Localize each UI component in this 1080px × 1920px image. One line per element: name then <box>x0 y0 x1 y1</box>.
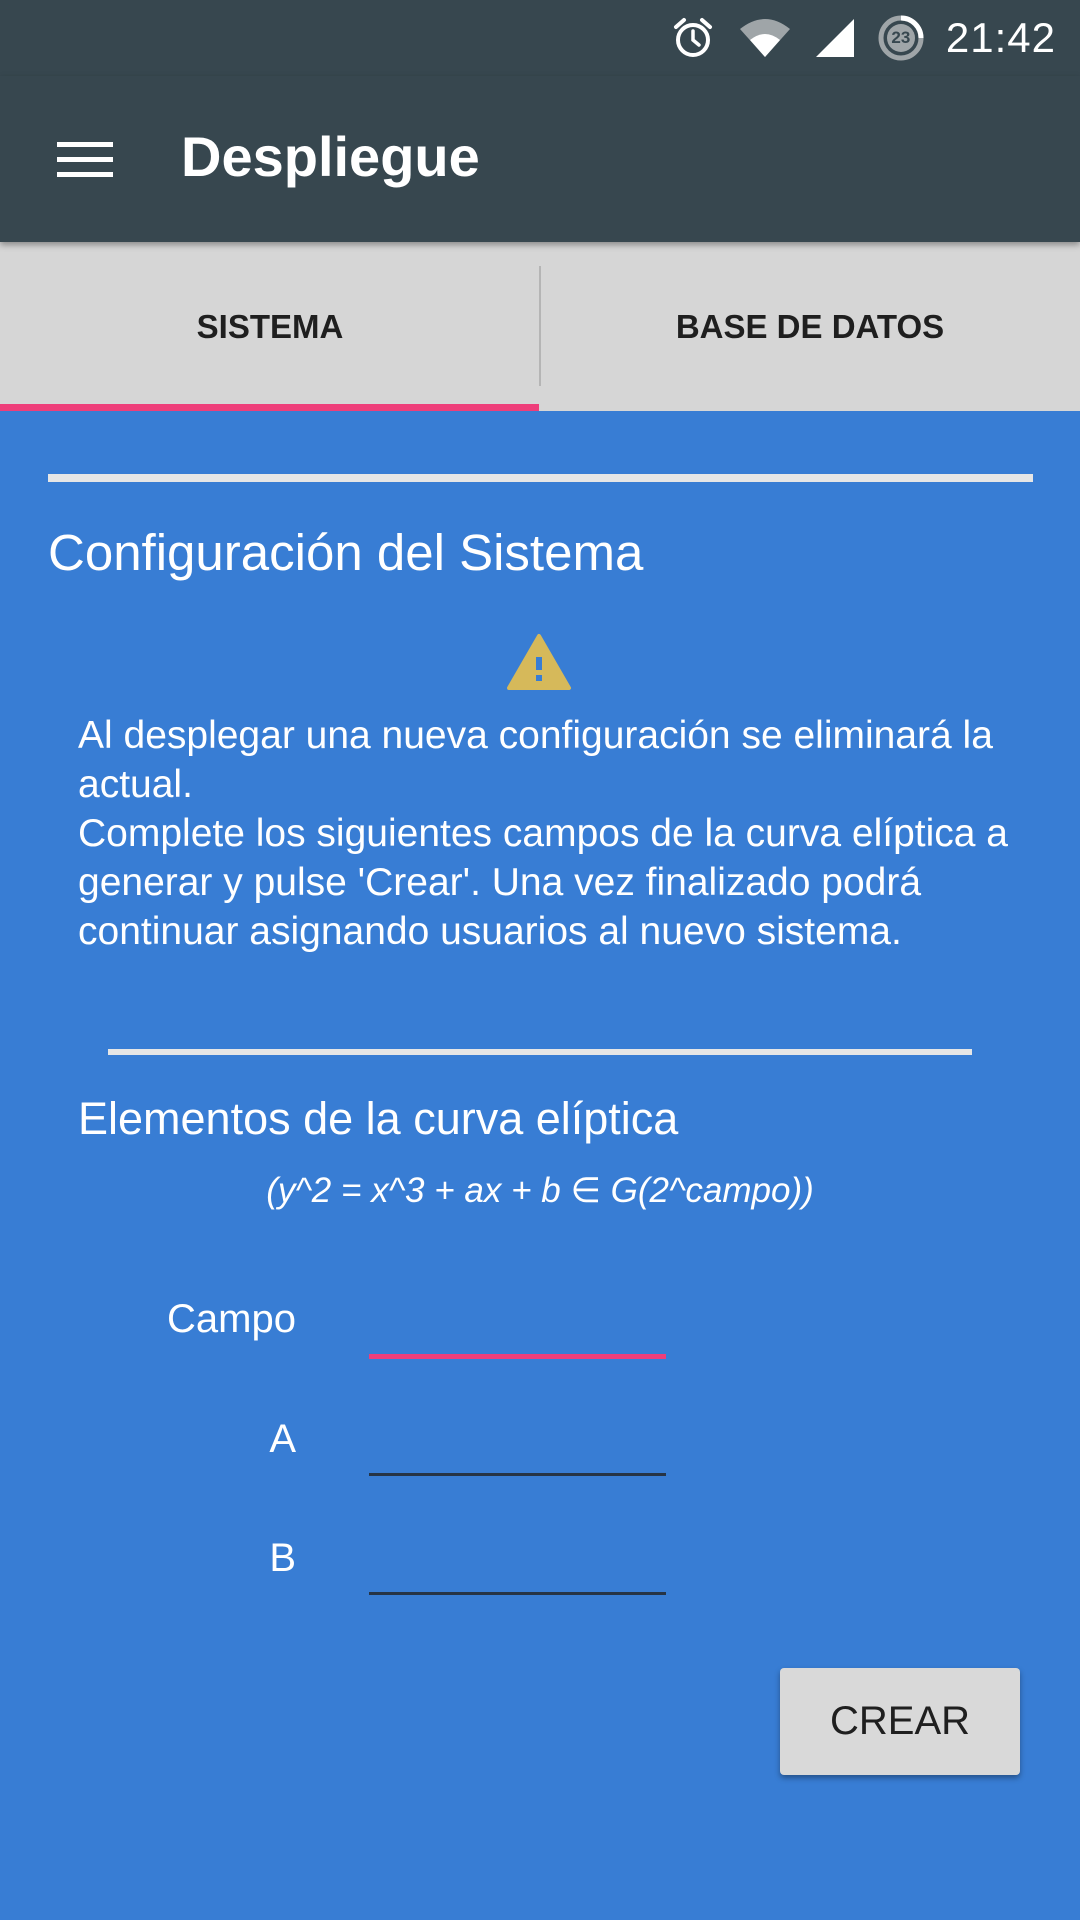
campo-input[interactable] <box>369 1291 666 1361</box>
warning-message-line-2: Complete los siguientes campos de la cur… <box>78 812 1008 953</box>
campo-underline <box>369 1354 666 1359</box>
page-title: Despliegue <box>181 125 480 188</box>
app-bar: Despliegue <box>0 76 1080 242</box>
tab-base-de-datos[interactable]: BASE DE DATOS <box>540 242 1080 411</box>
top-divider <box>48 474 1033 482</box>
section-divider <box>108 1049 972 1055</box>
a-label: A <box>269 1417 296 1461</box>
tab-indicator <box>0 404 539 411</box>
wifi-icon <box>738 17 792 59</box>
section-title: Configuración del Sistema <box>48 524 644 581</box>
menu-button[interactable] <box>40 126 130 192</box>
crear-button-label: CREAR <box>829 1699 971 1743</box>
b-input[interactable] <box>369 1528 666 1598</box>
alarm-icon <box>670 15 716 61</box>
a-underline <box>369 1473 666 1476</box>
campo-label: Campo <box>167 1297 296 1341</box>
warning-message: Al desplegar una nueva configuración se … <box>78 711 1018 956</box>
warning-message-line-1: Al desplegar una nueva configuración se … <box>78 714 993 806</box>
signal-icon <box>814 17 856 59</box>
status-time: 21:42 <box>945 14 1056 61</box>
warning-icon <box>506 633 572 691</box>
tab-base-de-datos-label: BASE DE DATOS <box>675 307 945 345</box>
tab-sistema[interactable]: SISTEMA <box>0 242 540 411</box>
data-saver-icon: 23 <box>878 15 924 61</box>
tab-bar: SISTEMA BASE DE DATOS <box>0 242 1080 411</box>
main-content: Configuración del Sistema Al desplegar u… <box>0 411 1080 1920</box>
tab-sistema-label: SISTEMA <box>196 307 344 345</box>
tab-divider <box>539 266 541 386</box>
crear-button[interactable]: CREAR <box>780 1668 1020 1775</box>
curve-elements-title: Elementos de la curva elíptica <box>78 1093 679 1144</box>
curve-formula: (y^2 = x^3 + ax + b ∈ G(2^campo)) <box>266 1171 814 1210</box>
status-bar: 23 21:42 <box>0 0 1080 76</box>
b-underline <box>369 1592 666 1595</box>
a-input[interactable] <box>369 1409 666 1479</box>
status-icons: 23 21:42 <box>670 0 1056 76</box>
notification-badge: 23 <box>891 28 911 47</box>
b-label: B <box>269 1536 296 1580</box>
hamburger-menu-icon <box>57 142 113 177</box>
